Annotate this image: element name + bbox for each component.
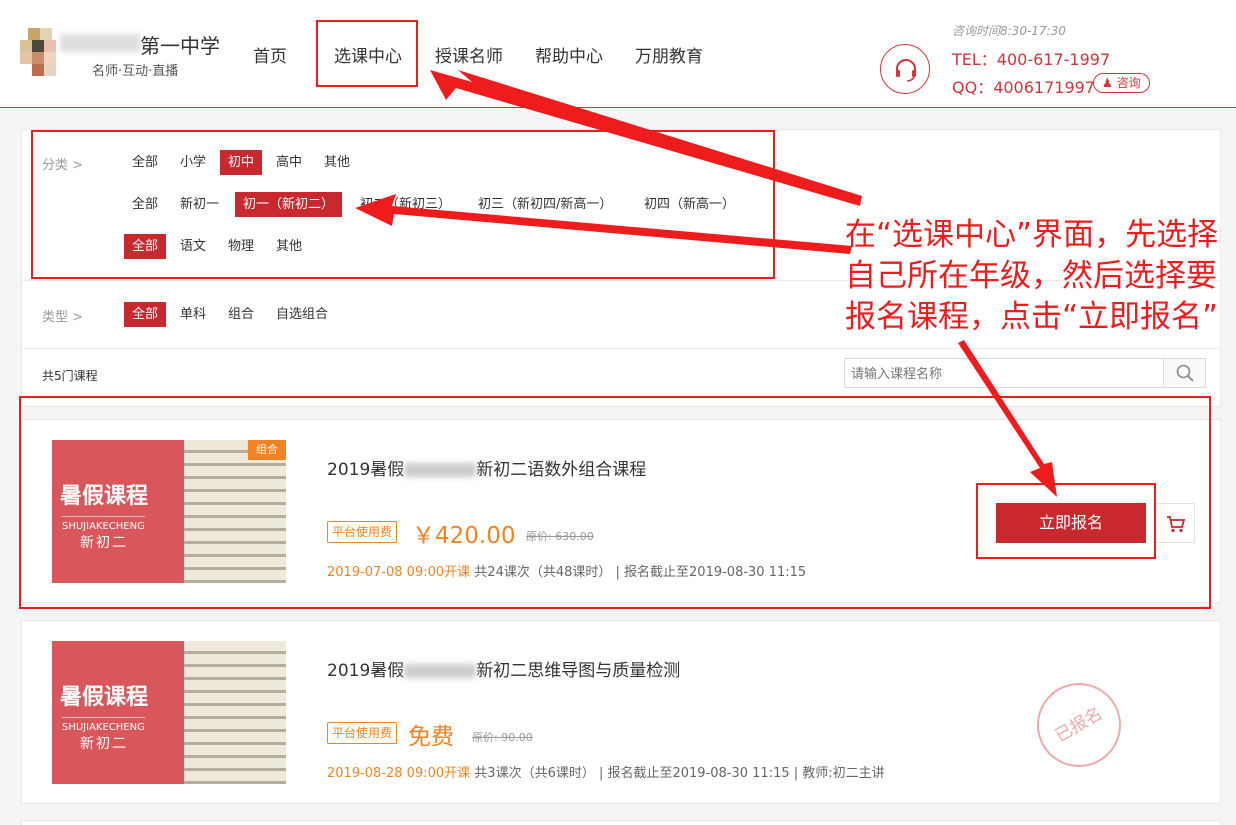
annotation-arrows [355, 70, 1057, 497]
arrow-to-grade [355, 194, 852, 254]
arrow-to-nav [430, 70, 862, 206]
arrow-to-enroll [958, 340, 1057, 497]
annotation-note: 在“选课中心”界面，先选择自己所在年级，然后选择要报名课程，点击“立即报名” [845, 217, 1219, 335]
